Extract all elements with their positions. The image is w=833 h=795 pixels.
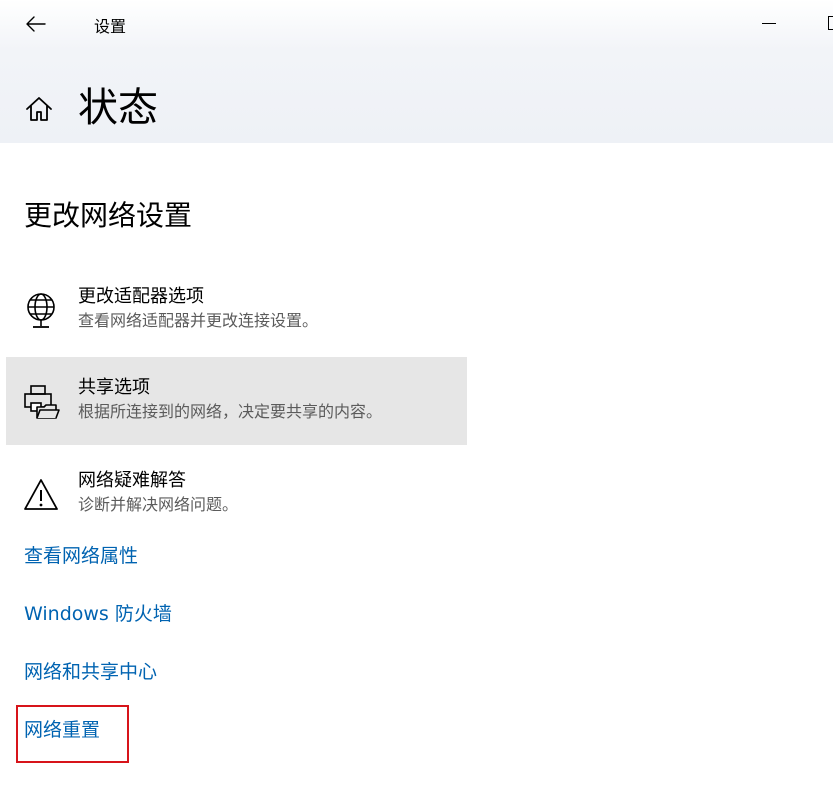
printer-folder-icon: [24, 385, 60, 419]
highlight-box: [16, 705, 129, 763]
window-header: 设置 状态: [0, 0, 833, 143]
window-title: 设置: [94, 17, 127, 36]
home-icon: [26, 97, 52, 121]
section-title: 更改网络设置: [24, 199, 193, 232]
change-adapter-options[interactable]: 更改适配器选项 查看网络适配器并更改连接设置。: [6, 266, 467, 354]
windows-firewall-link[interactable]: Windows 防火墙: [24, 601, 172, 627]
network-troubleshooter[interactable]: 网络疑难解答 诊断并解决网络问题。: [6, 450, 467, 538]
page-title: 状态: [78, 85, 158, 131]
back-button[interactable]: [20, 9, 52, 39]
sharing-options[interactable]: 共享选项 根据所连接到的网络，决定要共享的内容。: [6, 357, 467, 445]
minimize-icon: [762, 22, 776, 24]
option-title: 共享选项: [78, 377, 150, 398]
option-title: 网络疑难解答: [78, 470, 186, 491]
minimize-button[interactable]: [752, 8, 786, 38]
option-description: 根据所连接到的网络，决定要共享的内容。: [78, 402, 383, 421]
network-sharing-center-link[interactable]: 网络和共享中心: [24, 659, 157, 685]
option-description: 查看网络适配器并更改连接设置。: [78, 311, 319, 330]
view-network-properties-link[interactable]: 查看网络属性: [24, 543, 138, 569]
warning-triangle-icon: [24, 479, 58, 510]
option-description: 诊断并解决网络问题。: [78, 495, 239, 514]
arrow-left-icon: [26, 16, 46, 32]
globe-monitor-icon: [27, 293, 55, 328]
maximize-icon[interactable]: [828, 16, 833, 30]
home-button[interactable]: [22, 92, 56, 126]
option-title: 更改适配器选项: [78, 286, 204, 307]
